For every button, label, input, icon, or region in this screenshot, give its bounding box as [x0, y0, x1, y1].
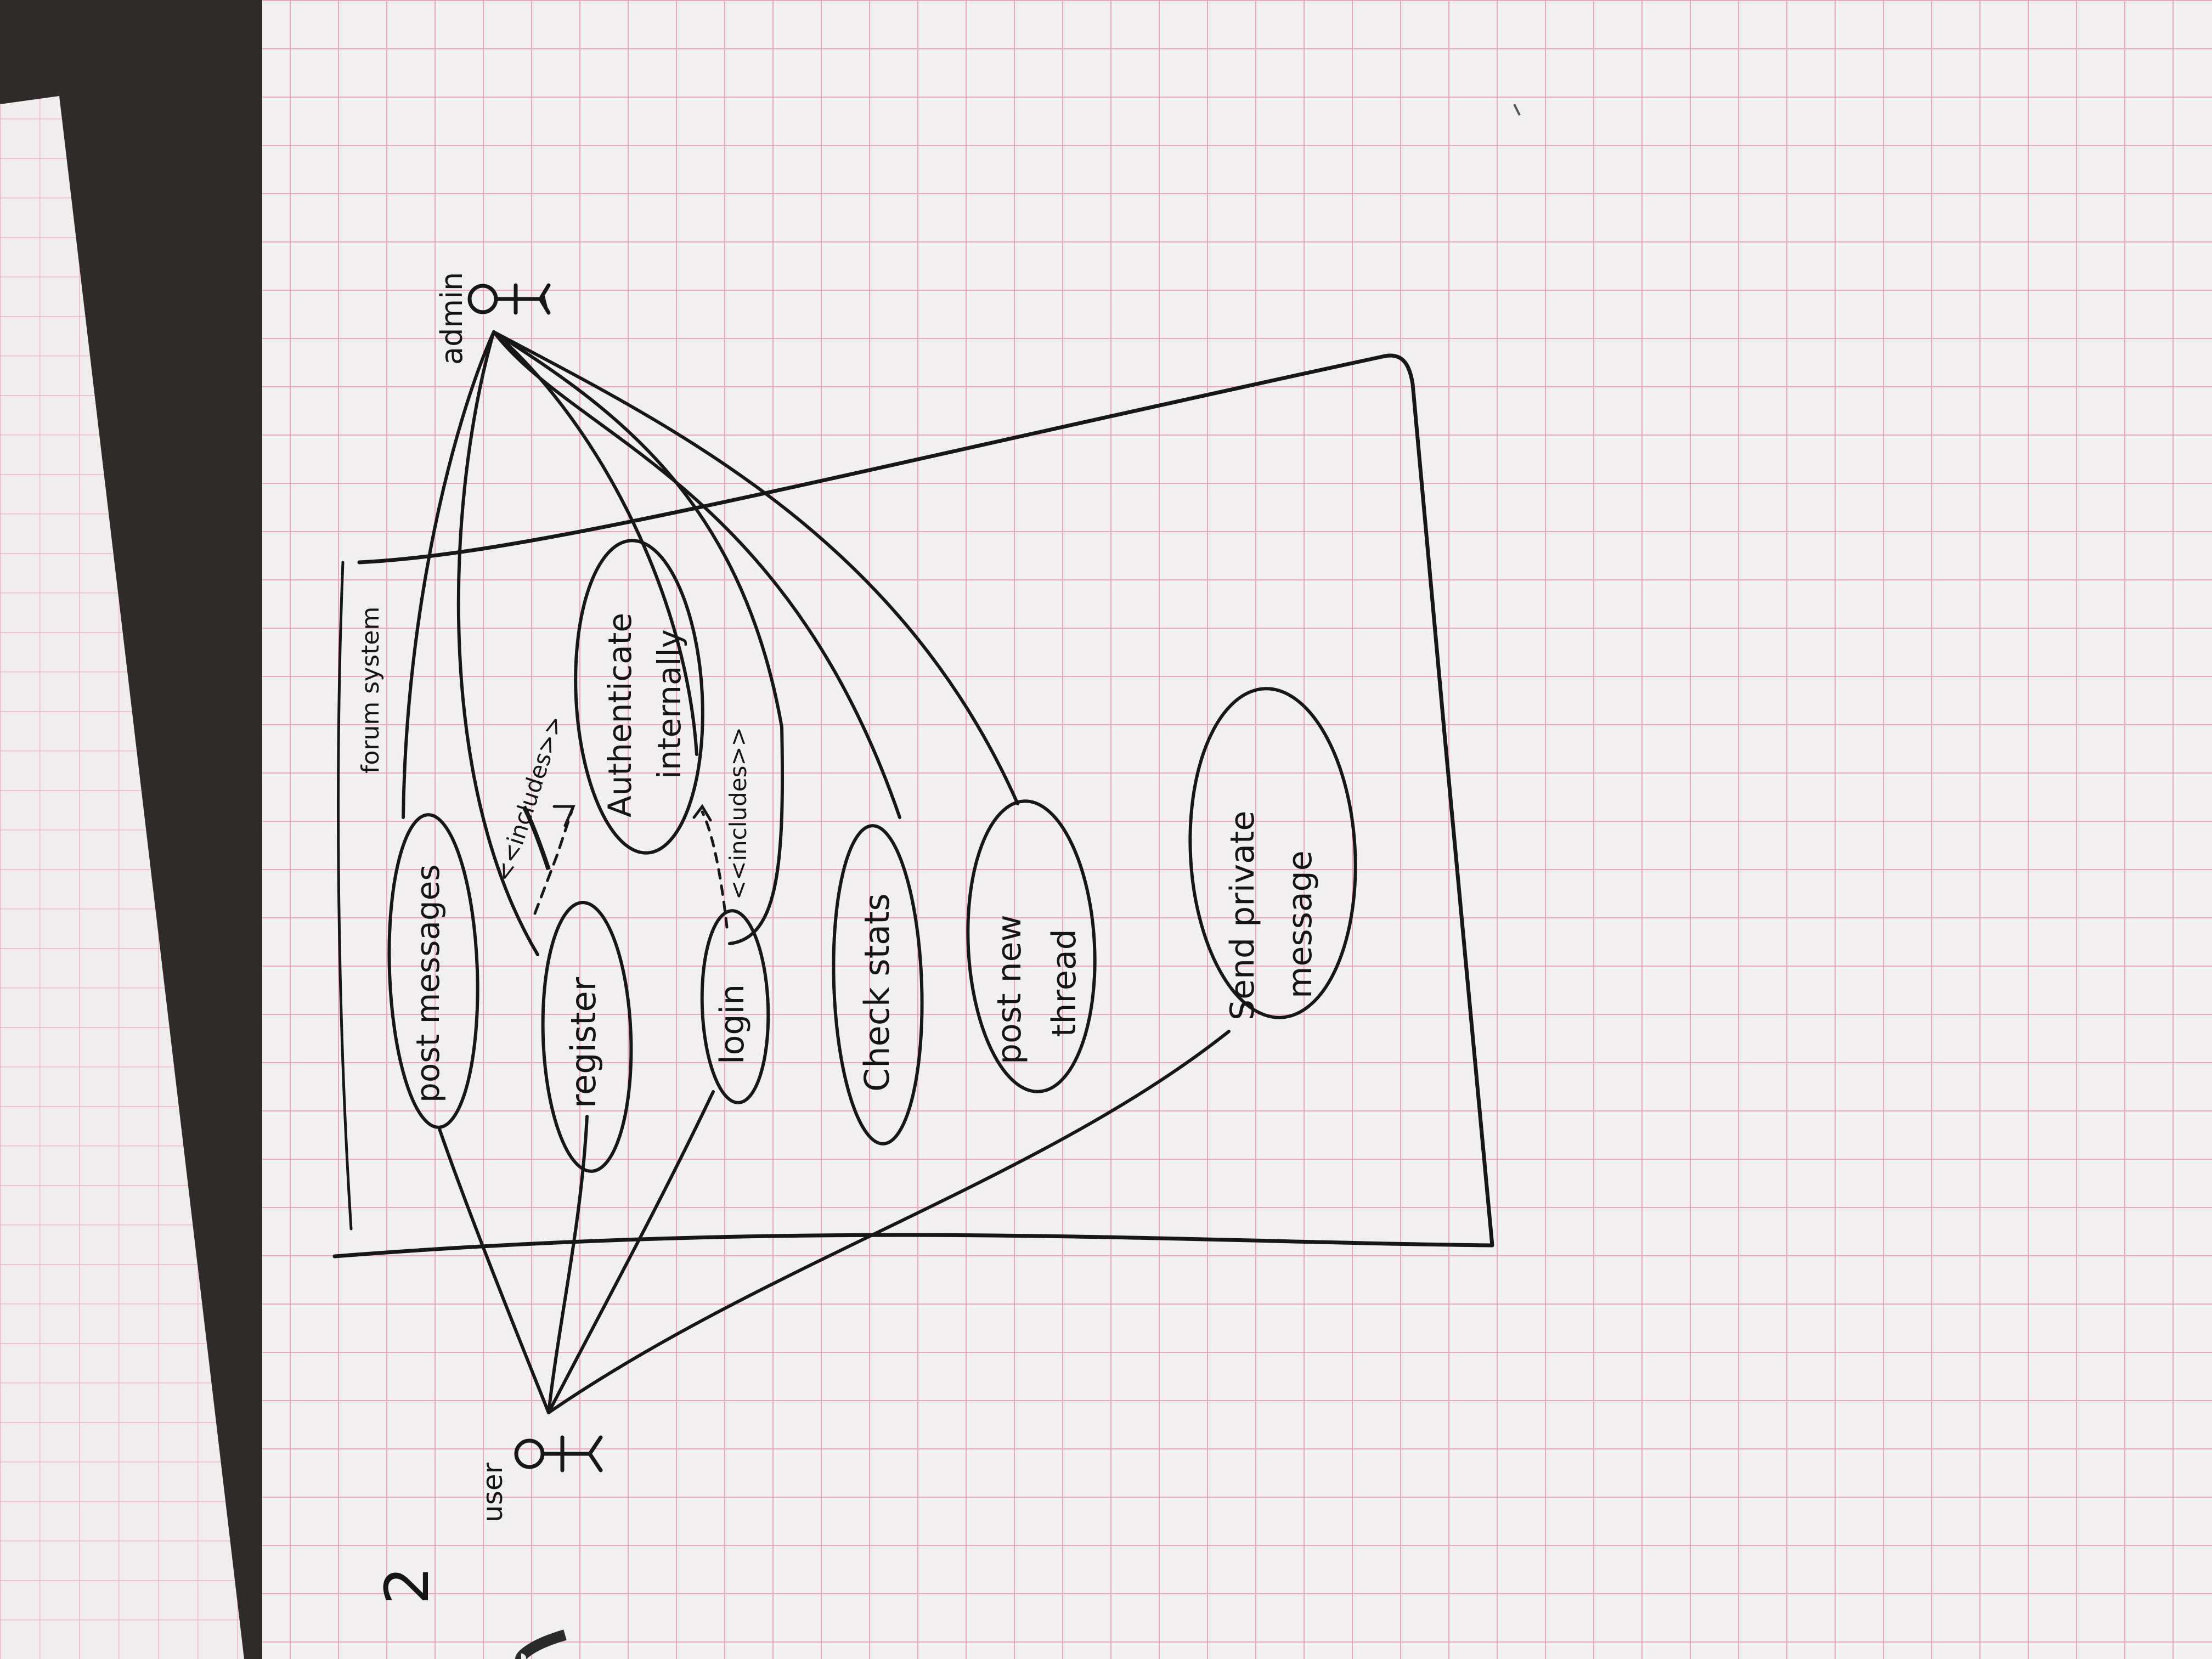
use-case-label-line1: Send private [1223, 811, 1262, 1020]
use-case-label: register [563, 977, 603, 1108]
use-case-label: Check stats [857, 893, 897, 1092]
include-label-login: <<includes>> [725, 727, 752, 900]
use-case-label-line2: thread [1045, 929, 1084, 1037]
admin-label: admin [435, 272, 469, 365]
use-case-label-line2: message [1281, 850, 1319, 998]
use-case-label-line2: internally [651, 629, 688, 779]
diagram-photo: 2 forum system admin user post messages … [0, 0, 2212, 1659]
use-case-label: login [713, 984, 752, 1064]
user-label: user [477, 1462, 509, 1522]
use-case-label: post messages [409, 864, 447, 1103]
use-case-label-line1: Authenticate [601, 613, 639, 817]
system-boundary-label: forum system [357, 607, 385, 774]
page-number: 2 [372, 1566, 442, 1605]
use-case-label-line1: post new [990, 915, 1029, 1064]
